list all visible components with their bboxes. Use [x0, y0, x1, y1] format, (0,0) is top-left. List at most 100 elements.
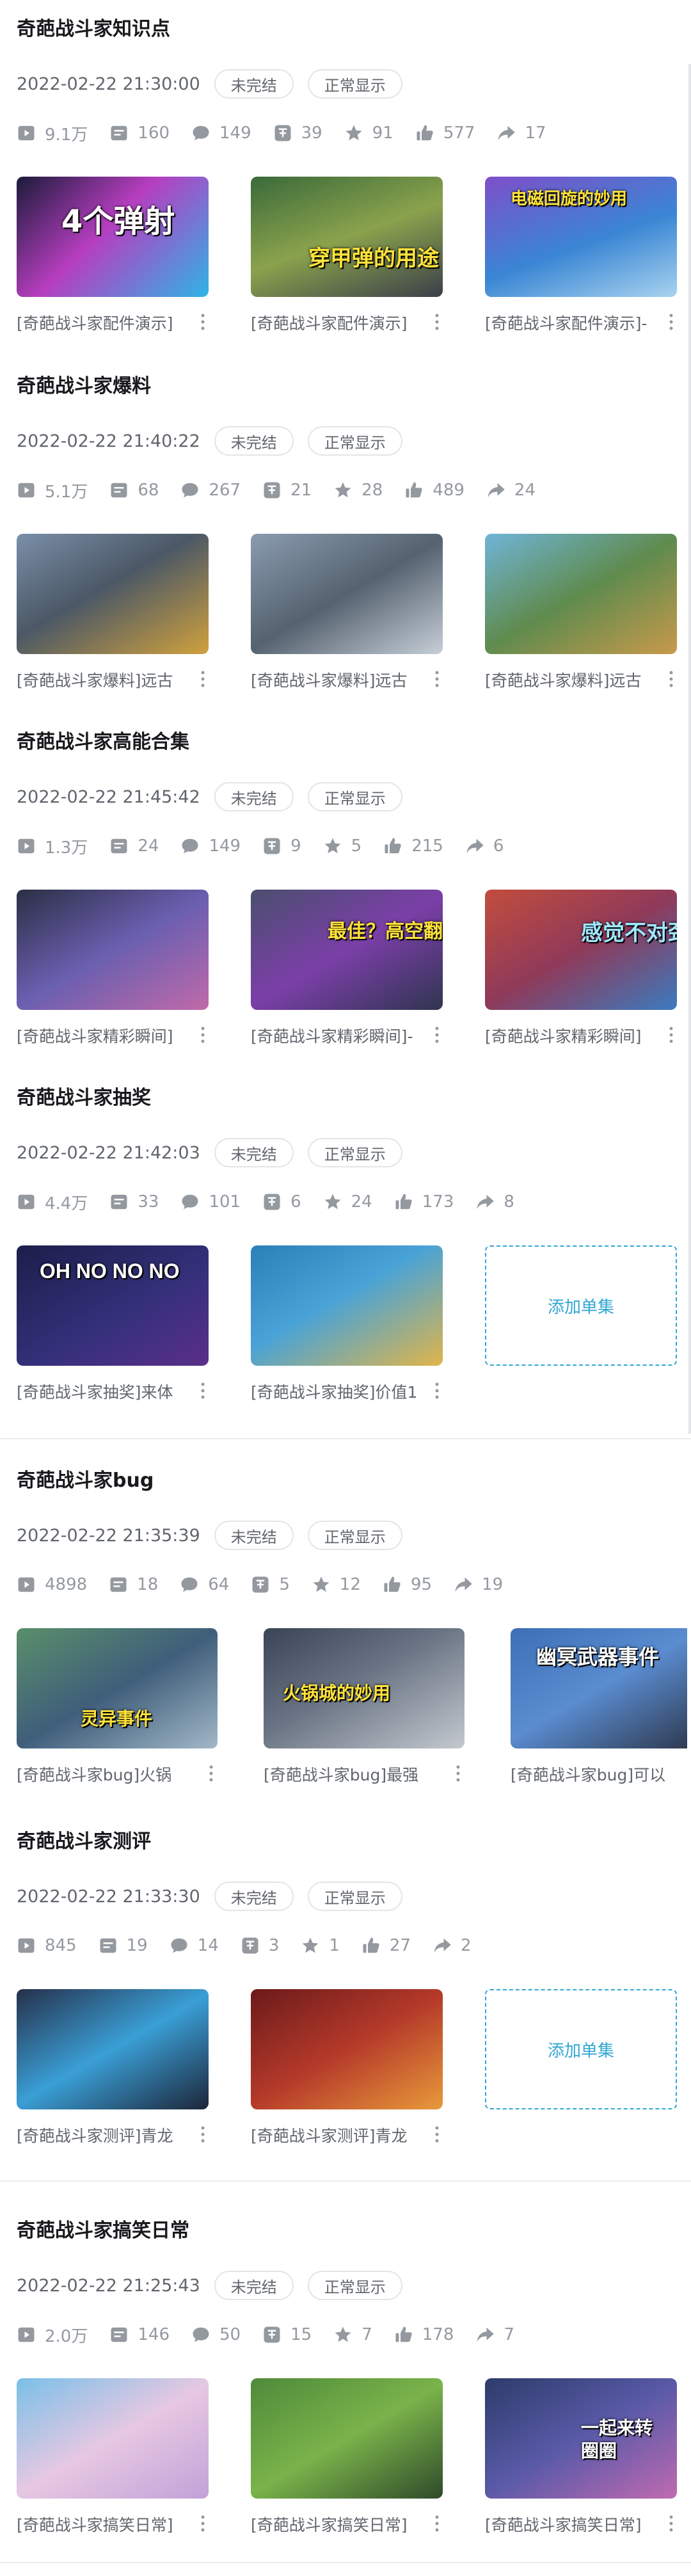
stat-value: 14	[197, 1936, 219, 1955]
stat-value: 577	[443, 124, 475, 143]
video-thumbnail[interactable]	[17, 2378, 209, 2499]
video-caption[interactable]: [奇葩战斗家精彩瞬间]-	[251, 1024, 443, 1046]
video-thumbnail[interactable]	[251, 534, 443, 654]
video-thumbnail[interactable]	[251, 1989, 443, 2109]
video-thumbnail[interactable]	[485, 534, 677, 654]
video-thumbnail[interactable]: 穿甲弹的用途	[251, 177, 443, 297]
more-options-button[interactable]	[198, 2124, 208, 2145]
collection-stats: 5.1万 68 267 21 28 489 24	[17, 477, 557, 503]
video-thumbnail[interactable]	[17, 534, 209, 654]
more-options-button[interactable]	[206, 1763, 216, 1784]
video-caption[interactable]: [奇葩战斗家配件演示]-	[485, 311, 677, 333]
stat-value: 50	[219, 2325, 241, 2344]
video-thumbnail[interactable]	[17, 1989, 209, 2109]
video-caption[interactable]: [奇葩战斗家配件演示]	[17, 311, 209, 333]
more-options-button[interactable]	[666, 2513, 676, 2534]
scrollbar-track[interactable]	[688, 64, 691, 1434]
stat-danmaku: 68	[109, 481, 159, 500]
play-icon	[18, 1938, 35, 1953]
more-options-button[interactable]	[198, 2513, 208, 2534]
more-vertical-icon	[201, 671, 205, 687]
more-options-button[interactable]	[432, 1024, 442, 1046]
stat-favorite: 12	[312, 1575, 361, 1594]
more-vertical-icon	[669, 1027, 673, 1043]
coin-icon	[274, 125, 291, 141]
collection-title[interactable]: 奇葩战斗家测评	[17, 1825, 151, 1853]
stat-share: 2	[433, 1936, 472, 1955]
video-thumbnail[interactable]: 感觉不对劲	[485, 890, 677, 1010]
video-thumbnail[interactable]	[251, 1245, 443, 1366]
video-caption[interactable]: [奇葩战斗家bug]火锅	[17, 1763, 202, 1784]
more-options-button[interactable]	[666, 1024, 676, 1046]
more-options-button[interactable]	[453, 1763, 463, 1784]
collection-meta: 2022-02-22 21:42:03 未完结 正常显示	[17, 1138, 417, 1167]
more-options-button[interactable]	[432, 2513, 442, 2534]
video-thumbnail[interactable]: 电磁回旋的妙用	[485, 177, 677, 297]
collection-title[interactable]: 奇葩战斗家爆料	[17, 370, 151, 398]
video-thumbnail[interactable]	[251, 2378, 443, 2499]
more-options-button[interactable]	[666, 311, 676, 333]
video-caption[interactable]: [奇葩战斗家搞笑日常]	[251, 2513, 443, 2534]
video-thumbnail[interactable]: 一起来转圈圈	[485, 2378, 677, 2499]
stat-value: 5.1万	[45, 482, 88, 502]
stat-like: 215	[383, 836, 443, 856]
video-caption[interactable]: [奇葩战斗家抽奖]价值1	[251, 1380, 443, 1402]
stat-value: 9.1万	[45, 125, 88, 145]
more-vertical-icon	[201, 2126, 205, 2143]
video-caption[interactable]: [奇葩战斗家配件演示]	[251, 311, 443, 333]
video-caption[interactable]: [奇葩战斗家抽奖]来体	[17, 1380, 209, 1402]
more-options-button[interactable]	[198, 1380, 208, 1402]
video-thumbnail[interactable]: 最佳？高空翻滚	[251, 890, 443, 1010]
video-caption[interactable]: [奇葩战斗家搞笑日常]	[17, 2513, 209, 2534]
star-icon	[335, 482, 351, 498]
more-vertical-icon	[669, 2515, 673, 2532]
stat-value: 68	[138, 481, 159, 500]
video-caption[interactable]: [奇葩战斗家精彩瞬间]	[485, 1024, 677, 1046]
more-options-button[interactable]	[432, 1380, 442, 1402]
more-options-button[interactable]	[432, 311, 442, 333]
collection-title[interactable]: 奇葩战斗家知识点	[17, 13, 170, 41]
stat-value: 5	[279, 1575, 290, 1594]
stat-value: 7	[504, 2325, 514, 2344]
stat-value: 2	[461, 1936, 472, 1955]
stat-value: 146	[138, 2325, 170, 2344]
stat-comment: 149	[180, 836, 241, 856]
video-thumbnail[interactable]: OH NO NO NO	[17, 1245, 209, 1366]
video-caption[interactable]: [奇葩战斗家爆料]远古	[17, 668, 209, 690]
video-caption[interactable]: [奇葩战斗家测评]青龙	[251, 2124, 443, 2145]
video-thumbnail[interactable]: 幽冥武器事件	[511, 1628, 687, 1748]
stat-value: 91	[372, 124, 393, 143]
add-episode-button[interactable]: 添加单集	[485, 1245, 677, 1366]
more-options-button[interactable]	[432, 668, 442, 690]
more-options-button[interactable]	[198, 668, 208, 690]
video-caption[interactable]: [奇葩战斗家爆料]远古	[485, 668, 677, 690]
thumbs-up-icon	[406, 482, 422, 498]
more-options-button[interactable]	[198, 311, 208, 333]
stat-danmaku: 160	[109, 124, 170, 143]
more-options-button[interactable]	[432, 2124, 442, 2145]
coin-icon	[242, 1937, 258, 1954]
video-thumbnail[interactable]: 4个弹射	[17, 177, 209, 297]
collection-title[interactable]: 奇葩战斗家抽奖	[17, 1082, 151, 1110]
thumbnail-overlay-text: 4个弹射	[61, 204, 175, 239]
stat-value: 4.4万	[45, 1194, 88, 1213]
more-options-button[interactable]	[666, 668, 676, 690]
more-options-button[interactable]	[198, 1024, 208, 1046]
video-caption[interactable]: [奇葩战斗家精彩瞬间]	[17, 1024, 209, 1046]
video-caption[interactable]: [奇葩战斗家搞笑日常]	[485, 2513, 677, 2534]
share-icon	[498, 125, 516, 141]
collection-title[interactable]: 奇葩战斗家搞笑日常	[17, 2214, 189, 2243]
video-thumbnail[interactable]: 火锅城的妙用	[264, 1628, 465, 1748]
video-caption[interactable]: [奇葩战斗家测评]青龙	[17, 2124, 209, 2145]
collection-title[interactable]: 奇葩战斗家bug	[17, 1464, 154, 1492]
video-caption[interactable]: [奇葩战斗家bug]最强	[264, 1763, 449, 1784]
video-caption[interactable]: [奇葩战斗家爆料]远古	[251, 668, 443, 690]
collection-title[interactable]: 奇葩战斗家高能合集	[17, 726, 189, 754]
video-caption[interactable]: [奇葩战斗家bug]可以	[511, 1763, 687, 1784]
section-divider	[0, 2562, 691, 2563]
add-episode-button[interactable]: 添加单集	[485, 1989, 677, 2109]
video-thumbnail[interactable]: 灵异事件	[17, 1628, 218, 1748]
stat-value: 12	[339, 1575, 361, 1594]
stat-value: 178	[422, 2325, 454, 2344]
video-thumbnail[interactable]	[17, 890, 209, 1010]
